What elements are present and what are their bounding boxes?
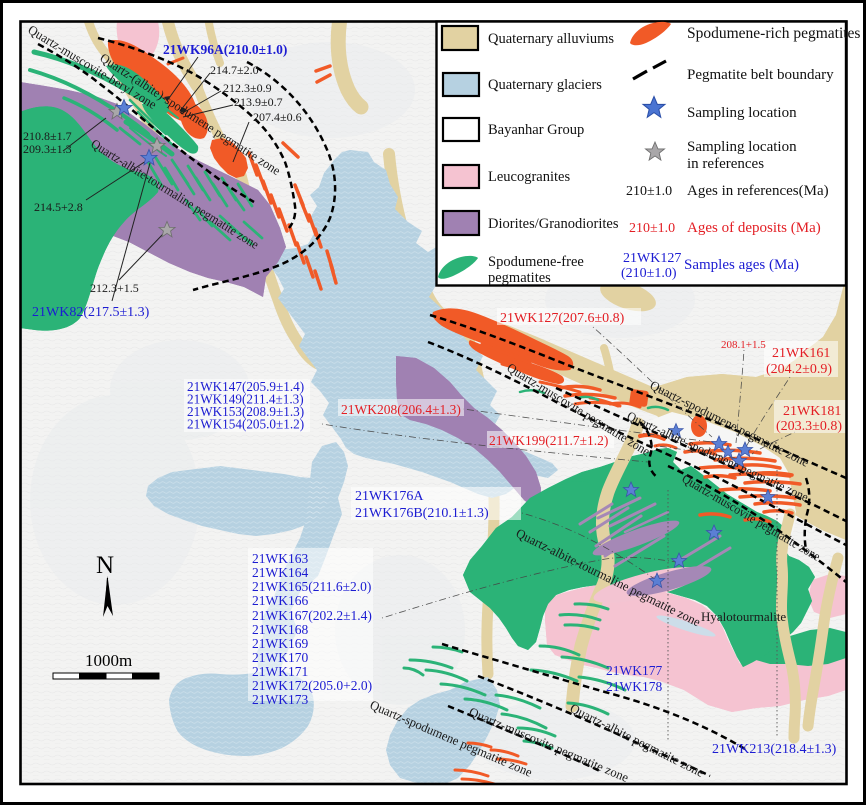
svg-text:21WK127: 21WK127 [623,251,681,266]
svg-text:Sampling location: Sampling location [687,105,797,121]
svg-text:Hyalotourmalite: Hyalotourmalite [701,609,786,624]
svg-text:21WK164: 21WK164 [252,565,308,580]
svg-text:21WK199(211.7±1.2): 21WK199(211.7±1.2) [489,433,608,448]
svg-text:21WK127(207.6±0.8): 21WK127(207.6±0.8) [500,311,625,326]
svg-text:pegmatites: pegmatites [488,270,551,286]
svg-text:21WK172(205.0+2.0): 21WK172(205.0+2.0) [252,678,372,693]
svg-text:21WK167(202.2±1.4): 21WK167(202.2±1.4) [252,608,372,623]
svg-text:(210±1.0): (210±1.0) [621,266,677,281]
svg-text:Quaternary alluviums: Quaternary alluviums [488,31,614,47]
svg-text:1000m: 1000m [85,651,132,670]
svg-text:214.7±2.0: 214.7±2.0 [210,63,259,77]
svg-text:21WK96A(210.0±1.0): 21WK96A(210.0±1.0) [163,42,287,57]
svg-text:Diorites/Granodiorites: Diorites/Granodiorites [488,216,619,232]
svg-text:21WK165(211.6±2.0): 21WK165(211.6±2.0) [252,579,371,594]
svg-text:209.3±1.3: 209.3±1.3 [23,142,72,156]
svg-text:214.5+2.8: 214.5+2.8 [34,200,83,214]
svg-text:21WK168: 21WK168 [252,622,308,637]
svg-text:Sampling location: Sampling location [687,139,797,155]
svg-text:210.8±1.7: 210.8±1.7 [23,129,72,143]
svg-text:21WK161: 21WK161 [772,346,830,361]
svg-text:Bayanhar Group: Bayanhar Group [488,122,584,138]
svg-text:Samples ages (Ma): Samples ages (Ma) [684,257,799,273]
svg-text:208.1+1.5: 208.1+1.5 [721,339,766,351]
svg-text:21WK176A: 21WK176A [355,489,424,504]
svg-text:Leucogranites: Leucogranites [488,169,570,185]
svg-text:210±1.0: 210±1.0 [629,221,675,236]
svg-text:21WK82(217.5±1.3): 21WK82(217.5±1.3) [32,305,150,320]
svg-text:21WK181: 21WK181 [783,404,841,419]
svg-text:N: N [96,552,114,579]
svg-text:(204.2±0.9): (204.2±0.9) [766,362,832,377]
svg-text:21WK169: 21WK169 [252,636,308,651]
svg-text:212.3±0.9: 212.3±0.9 [223,81,272,95]
svg-text:21WK213(218.4±1.3): 21WK213(218.4±1.3) [712,742,837,757]
svg-text:Spodumene-rich pegmatites: Spodumene-rich pegmatites [687,25,860,42]
svg-text:207.4±0.6: 207.4±0.6 [253,110,302,124]
svg-text:Spodumene-free: Spodumene-free [488,254,584,270]
svg-text:Pegmatite belt boundary: Pegmatite belt boundary [687,67,834,83]
svg-text:(203.3±0.8): (203.3±0.8) [776,419,842,434]
svg-text:21WK208(206.4±1.3): 21WK208(206.4±1.3) [341,402,461,417]
svg-text:21WK177: 21WK177 [606,663,662,678]
svg-text:21WK178: 21WK178 [606,679,662,694]
svg-text:in references: in references [687,156,764,172]
svg-text:210±1.0: 210±1.0 [626,184,672,199]
svg-text:213.9±0.7: 213.9±0.7 [234,95,283,109]
svg-text:Ages of deposits (Ma): Ages of deposits (Ma) [687,220,821,236]
svg-text:Ages in references(Ma): Ages in references(Ma) [687,183,829,199]
svg-text:21WK176B(210.1±1.3): 21WK176B(210.1±1.3) [355,506,489,521]
svg-text:Quaternary glaciers: Quaternary glaciers [488,77,602,93]
svg-text:21WK166: 21WK166 [252,593,308,608]
svg-text:21WK154(205.0±1.2): 21WK154(205.0±1.2) [187,417,304,432]
svg-text:21WK171: 21WK171 [252,664,308,679]
svg-text:21WK170: 21WK170 [252,650,308,665]
svg-text:212.3+1.5: 212.3+1.5 [90,281,139,295]
svg-text:21WK163: 21WK163 [252,551,308,566]
svg-text:21WK173: 21WK173 [252,692,308,707]
